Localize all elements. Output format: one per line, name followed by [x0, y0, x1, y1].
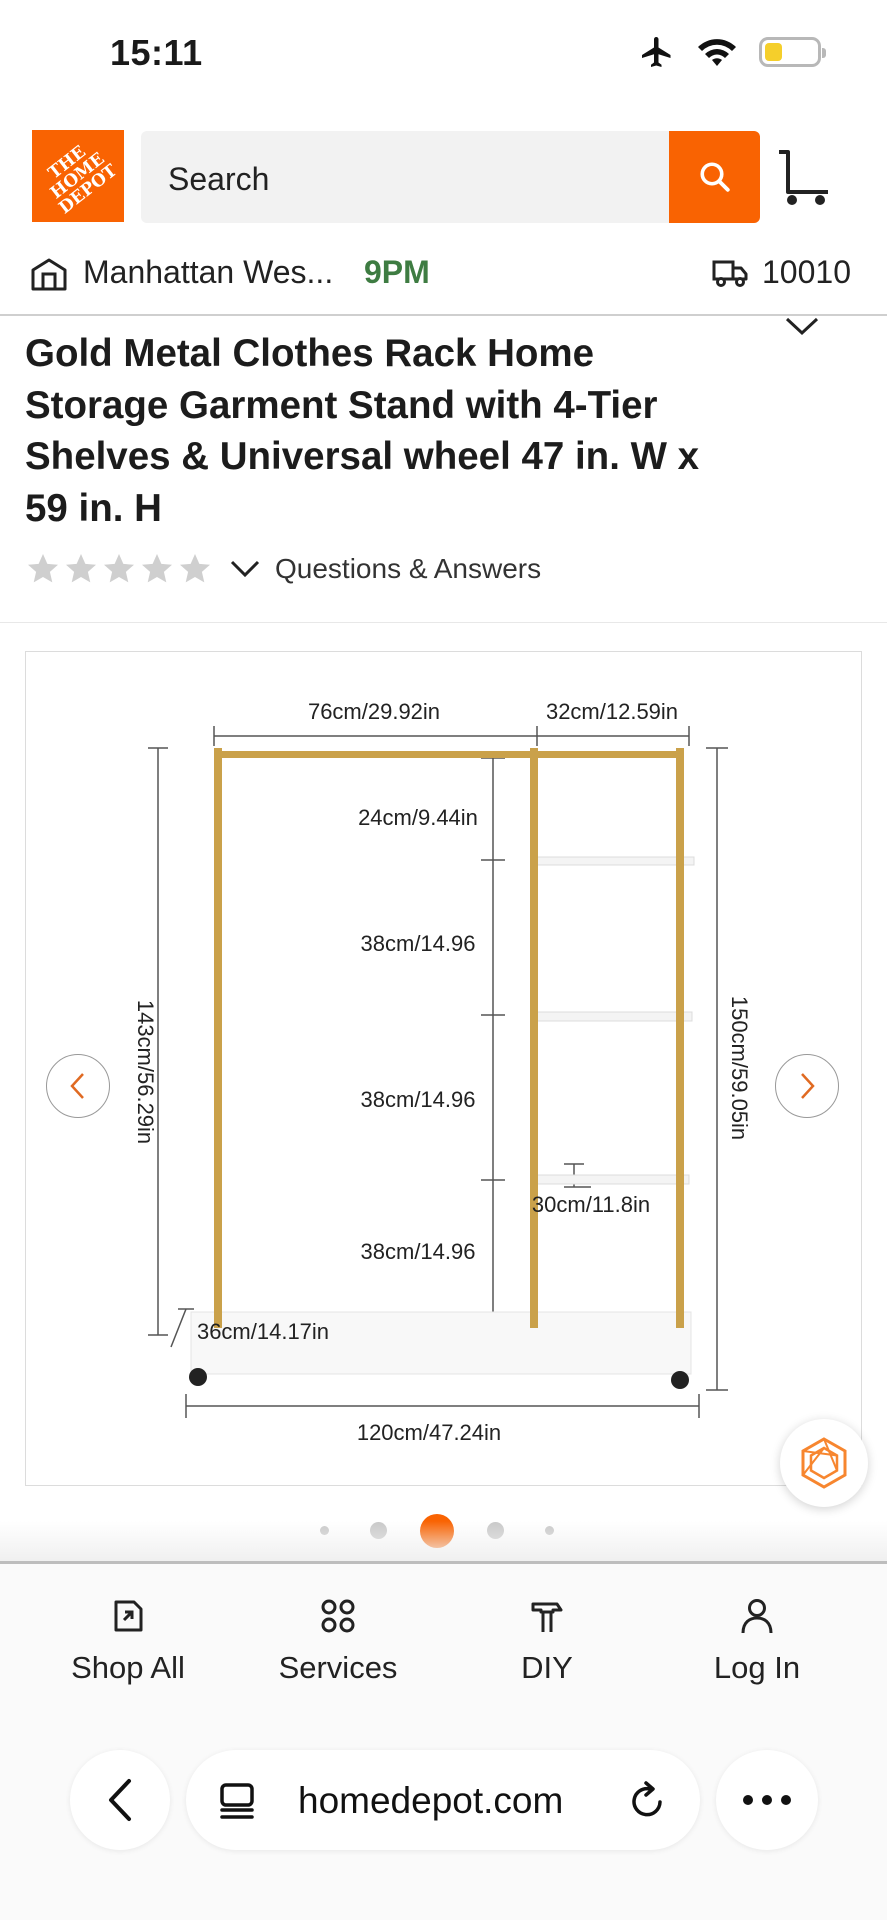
chevron-down-icon[interactable] — [229, 558, 261, 580]
cart-icon[interactable] — [776, 148, 832, 208]
star-icon — [142, 554, 172, 583]
browser-toolbar: homedepot.com — [0, 1740, 887, 1860]
address-bar[interactable]: homedepot.com — [186, 1750, 700, 1850]
tab-label: Services — [278, 1650, 398, 1685]
dim-base-depth: 36cm/14.17in — [197, 1319, 329, 1344]
rating-stars[interactable] — [25, 551, 213, 587]
star-icon — [180, 554, 210, 583]
diy-icon — [531, 1602, 563, 1632]
clothes-rack-diagram: 76cm/29.92in 32cm/12.59in 24cm/9.44in 38… — [133, 699, 752, 1445]
site-header: THE HOME DEPOT Search — [0, 128, 887, 224]
next-image-button[interactable] — [775, 1054, 839, 1118]
store-closing-time: 9PM — [364, 254, 430, 290]
browser-back-button[interactable] — [70, 1750, 170, 1850]
tab-shop-all[interactable]: Shop All — [33, 1594, 223, 1686]
search-placeholder: Search — [168, 161, 270, 197]
search-button[interactable] — [669, 131, 760, 223]
star-icon — [28, 554, 58, 583]
delivery-zip[interactable]: 10010 — [762, 254, 851, 291]
person-icon — [741, 1599, 773, 1634]
dim-gap-2: 38cm/14.96 — [361, 1087, 476, 1112]
store-icon[interactable] — [30, 256, 68, 292]
chevron-right-icon — [801, 1073, 815, 1099]
dim-upper-gap: 24cm/9.44in — [358, 805, 478, 830]
reader-mode-icon[interactable] — [218, 1782, 258, 1820]
star-icon — [66, 554, 96, 583]
tab-diy[interactable]: DIY — [452, 1594, 642, 1686]
dim-width-total: 120cm/47.24in — [357, 1420, 501, 1445]
dim-gap-1: 38cm/14.96 — [361, 931, 476, 956]
chevron-left-icon — [109, 1779, 131, 1821]
logo-text: THE HOME DEPOT — [44, 141, 122, 218]
services-icon — [321, 1599, 355, 1633]
divider — [0, 622, 887, 623]
previous-image-button[interactable] — [46, 1054, 110, 1118]
tab-label: Log In — [713, 1650, 801, 1685]
tab-services[interactable]: Services — [243, 1594, 433, 1686]
scroll-shade — [0, 1521, 887, 1561]
dim-top-left: 76cm/29.92in — [308, 699, 440, 724]
search-input[interactable]: Search — [141, 131, 669, 223]
tab-label: Shop All — [71, 1650, 185, 1685]
url-text: homedepot.com — [298, 1780, 564, 1821]
chat-assistant-button[interactable] — [780, 1419, 868, 1507]
status-icons — [639, 34, 826, 70]
more-dots-icon — [743, 1795, 791, 1805]
product-image[interactable]: 76cm/29.92in 32cm/12.59in 24cm/9.44in 38… — [25, 651, 862, 1486]
store-name[interactable]: Manhattan Wes... — [83, 254, 333, 291]
chevron-left-icon — [70, 1073, 84, 1099]
chevron-down-icon[interactable] — [784, 314, 820, 338]
tab-log-in[interactable]: Log In — [662, 1594, 852, 1686]
tab-label: DIY — [521, 1650, 573, 1685]
status-time: 15:11 — [110, 32, 203, 73]
battery-icon — [759, 37, 826, 67]
more-options-button[interactable] — [716, 1750, 818, 1850]
search-icon — [699, 162, 730, 192]
wifi-icon — [698, 39, 736, 66]
airplane-icon — [642, 37, 671, 67]
store-bar: Manhattan Wes... 9PM 10010 — [0, 240, 887, 316]
product-title: Gold Metal Clothes Rack Home Storage Gar… — [25, 332, 700, 530]
home-depot-logo[interactable]: THE HOME DEPOT — [32, 130, 124, 222]
delivery-truck-icon[interactable] — [712, 258, 748, 288]
dim-height-left: 143cm/56.29in — [133, 1000, 158, 1144]
dim-top-right: 32cm/12.59in — [546, 699, 678, 724]
star-icon — [104, 554, 134, 583]
status-bar: 15:11 — [0, 0, 887, 105]
dim-height-right: 150cm/59.05in — [727, 996, 752, 1140]
dim-shelf-depth: 30cm/11.8in — [532, 1192, 650, 1217]
rating-row: Questions & Answers — [25, 549, 541, 589]
dim-gap-3: 38cm/14.96 — [361, 1239, 476, 1264]
shop-all-icon — [114, 1600, 143, 1632]
reload-icon[interactable] — [628, 1780, 668, 1822]
hexagon-chat-icon — [801, 1437, 847, 1489]
questions-answers-link[interactable]: Questions & Answers — [275, 553, 541, 585]
